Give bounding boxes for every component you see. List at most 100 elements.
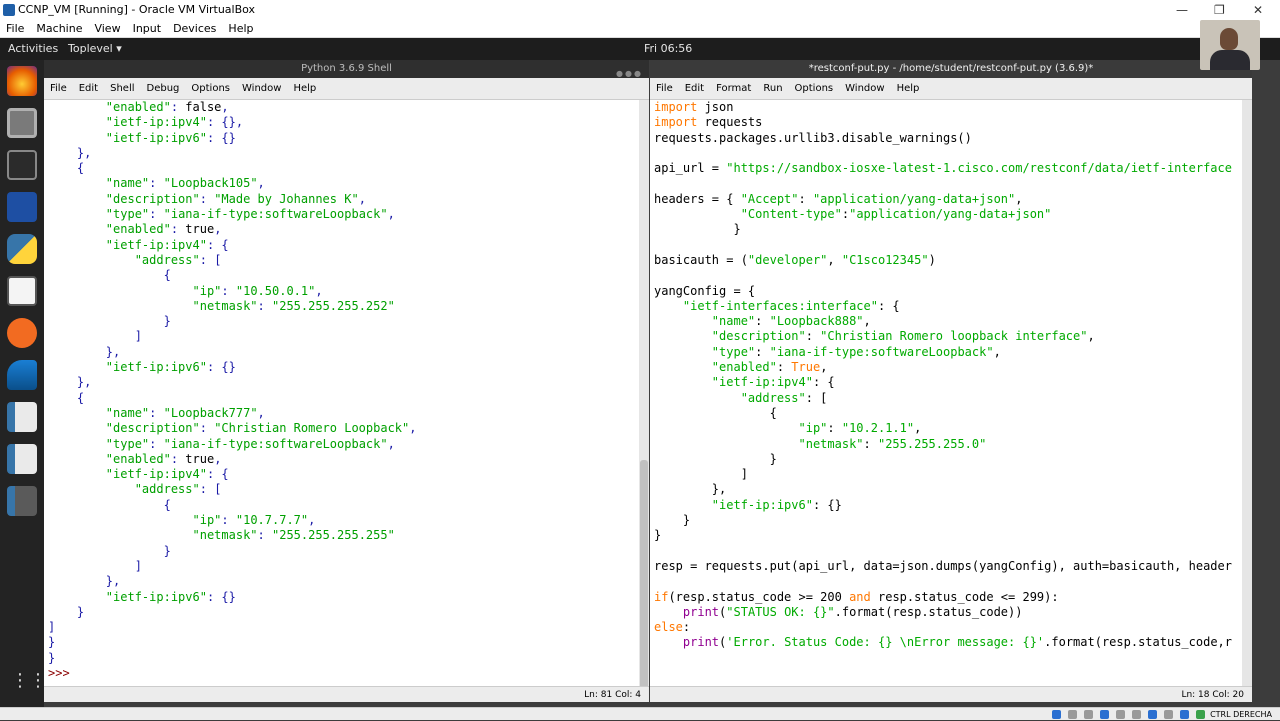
shell-cursor-position: Ln: 81 Col: 4 [584,690,641,700]
shell-line: "type": "iana-if-type:softwareLoopback", [105,207,395,222]
editor-line: ​ [654,146,1240,161]
audio-icon[interactable] [1084,710,1093,719]
editor-line: ​ [654,574,1240,589]
editor-line: else: [654,620,691,635]
menu-file[interactable]: File [6,22,24,35]
editor-line: resp = requests.put(api_url, data=json.d… [654,558,1232,573]
usb-icon[interactable] [1116,710,1125,719]
editor-line: "name": "Loopback888", [711,314,871,329]
show-applications-icon[interactable]: ⋮⋮⋮ [11,670,65,692]
shell-line: }, [105,574,121,589]
editor-menu-run[interactable]: Run [763,83,782,94]
idle-icon-1[interactable] [7,402,37,432]
editor-menu-edit[interactable]: Edit [685,83,704,94]
shell-line: "description": "Made by Johannes K", [105,191,366,206]
files-icon[interactable] [7,108,37,138]
shell-line: } [163,314,171,329]
recording-icon[interactable] [1164,710,1173,719]
editor-line: } [654,222,741,237]
editor-line: print("STATUS OK: {}".format(resp.status… [682,604,1023,619]
editor-line: basicauth = ("developer", "C1sco12345") [654,252,936,267]
terminal-icon[interactable] [7,150,37,180]
shell-line: "address": [ [134,252,222,267]
shell-menubar: File Edit Shell Debug Options Window Help [44,78,649,100]
virtualbox-icon [3,4,15,16]
editor-menu-options[interactable]: Options [795,83,834,94]
shell-line: "ietf-ip:ipv6": {} [105,130,236,145]
editor-line: ​ [654,176,1240,191]
display-icon[interactable] [1148,710,1157,719]
shell-menu-file[interactable]: File [50,83,67,94]
shell-line: "name": "Loopback777", [105,405,265,420]
shell-line: "ietf-ip:ipv4": { [105,467,229,482]
network-icon[interactable] [1100,710,1109,719]
shell-line: "ip": "10.50.0.1", [192,283,323,298]
editor-menu-file[interactable]: File [656,83,673,94]
hdd-icon[interactable] [1052,710,1061,719]
shell-line: "ietf-ip:ipv4": {}, [105,115,244,130]
toplevel-menu[interactable]: Toplevel ▾ [68,38,122,60]
editor-line: import requests [654,115,763,130]
shell-menu-options[interactable]: Options [191,83,230,94]
shared-folders-icon[interactable] [1132,710,1141,719]
wireshark-icon[interactable] [7,360,37,390]
shell-line: "address": [ [134,482,222,497]
optical-drive-icon[interactable] [1068,710,1077,719]
editor-line: { [654,405,777,420]
editor-line: ​ [654,544,1240,559]
menu-input[interactable]: Input [133,22,161,35]
shell-menu-help[interactable]: Help [293,83,316,94]
person-body [1210,50,1250,70]
close-icon[interactable]: ✕ [1253,0,1263,20]
firefox-icon[interactable] [7,66,37,96]
network-tool-icon[interactable] [7,192,37,222]
shell-menu-debug[interactable]: Debug [147,83,180,94]
editor-menu-format[interactable]: Format [716,83,751,94]
editor-line: "ietf-interfaces:interface": { [682,298,900,313]
shell-line: >>> [48,665,70,680]
menu-help[interactable]: Help [228,22,253,35]
shell-line: "type": "iana-if-type:softwareLoopback", [105,436,395,451]
idle-icon-3[interactable] [7,486,37,516]
shell-output[interactable]: "enabled": false, "ietf-ip:ipv4": {}, "i… [48,100,637,681]
shell-line: "ietf-ip:ipv6": {} [105,360,236,375]
shell-line: { [76,390,85,405]
menu-view[interactable]: View [94,22,120,35]
shell-line: "netmask": "255.255.255.255" [192,528,395,543]
shell-scrollbar[interactable] [639,100,649,690]
person-head [1220,28,1238,50]
menu-machine[interactable]: Machine [36,22,82,35]
editor-line: ​ [654,268,1240,283]
editor-line: "Content-type":"application/yang-data+js… [740,207,1052,222]
mouse-integration-icon[interactable] [1196,710,1205,719]
editor-menu-window[interactable]: Window [845,83,884,94]
editor-line: "description": "Christian Romero loopbac… [711,329,1095,344]
activities-button[interactable]: Activities [8,38,58,60]
postman-icon[interactable] [7,318,37,348]
editor-line: if(resp.status_code >= 200 and resp.stat… [654,589,1059,604]
text-editor-icon[interactable] [7,276,37,306]
editor-text-area[interactable]: import json import requests requests.packa… [654,100,1240,651]
editor-title: *restconf-put.py - /home/student/restcon… [808,63,1094,74]
editor-line: yangConfig = { [654,283,756,298]
editor-scrollbar[interactable] [1242,100,1252,686]
shell-menu-window[interactable]: Window [242,83,281,94]
editor-menubar: File Edit Format Run Options Window Help [650,78,1252,100]
clock[interactable]: Fri 06:56 [644,38,692,60]
python-icon[interactable] [7,234,37,264]
shell-menu-edit[interactable]: Edit [79,83,98,94]
shell-line: "enabled": true, [105,451,222,466]
idle-icon-2[interactable] [7,444,37,474]
shell-line: ] [134,558,142,573]
cpu-icon[interactable] [1180,710,1189,719]
editor-menu-help[interactable]: Help [897,83,920,94]
shell-line: } [48,650,56,665]
editor-line: ​ [654,238,1240,253]
menu-devices[interactable]: Devices [173,22,216,35]
minimize-icon[interactable]: — [1176,0,1188,20]
shell-scrollbar-thumb[interactable] [640,460,648,690]
shell-line: "ip": "10.7.7.7", [192,513,316,528]
python-shell-window: Python 3.6.9 Shell ●●● File Edit Shell Debu… [44,60,649,702]
maximize-icon[interactable]: ❐ [1214,0,1225,20]
shell-menu-shell[interactable]: Shell [110,83,134,94]
